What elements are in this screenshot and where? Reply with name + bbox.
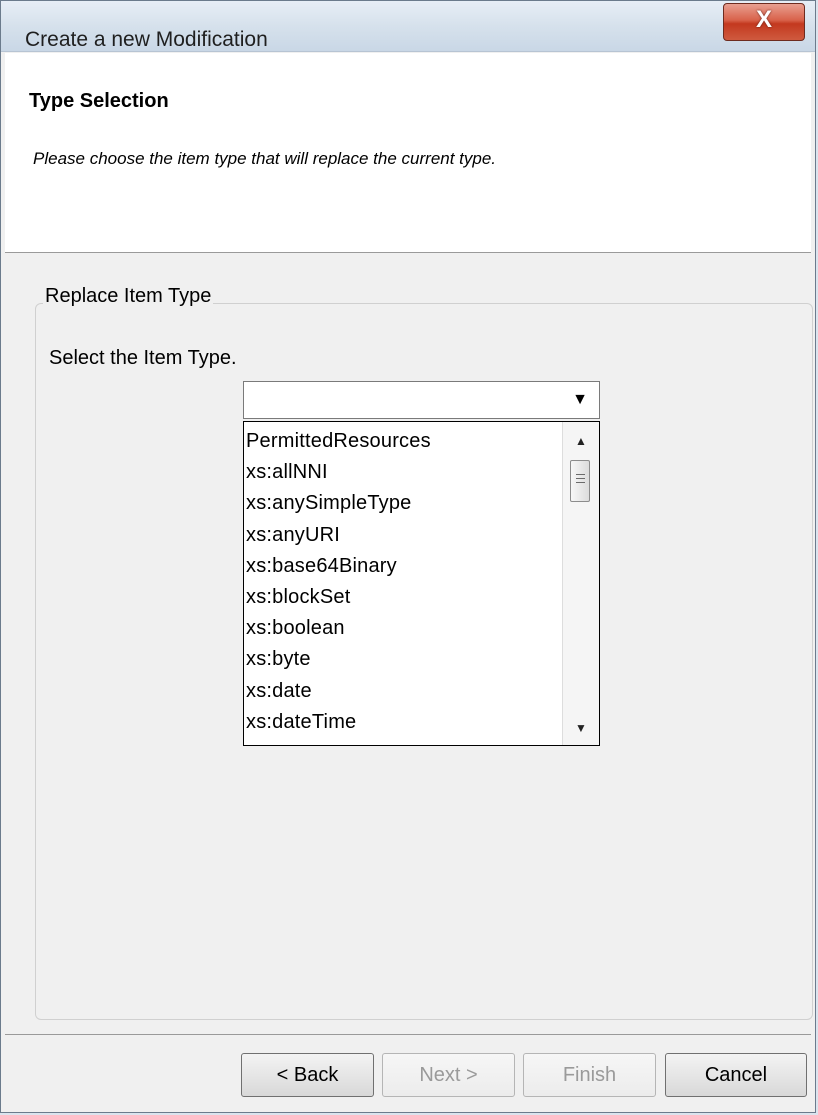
dialog-window: Create a new Modification X Type Selecti… — [0, 0, 816, 1113]
grip-icon — [576, 474, 585, 486]
page-title: Type Selection — [29, 90, 169, 112]
close-icon: X — [755, 6, 772, 33]
title-bar[interactable]: Create a new Modification X — [1, 1, 815, 52]
finish-button[interactable]: Finish — [523, 1053, 656, 1097]
list-item[interactable]: xs:base64Binary — [244, 551, 562, 582]
list-item[interactable]: xs:date — [244, 676, 562, 707]
next-button[interactable]: Next > — [382, 1053, 515, 1097]
list-item[interactable]: xs:boolean — [244, 613, 562, 644]
item-type-dropdown-list[interactable]: PermittedResources xs:allNNI xs:anySimpl… — [243, 421, 600, 746]
scroll-thumb[interactable] — [570, 460, 590, 502]
list-item[interactable]: xs:allNNI — [244, 457, 562, 488]
cancel-button[interactable]: Cancel — [665, 1053, 807, 1097]
wizard-header: Type Selection Please choose the item ty… — [5, 53, 811, 253]
dropdown-scrollbar[interactable]: ▲ ▼ — [562, 422, 599, 745]
page-description: Please choose the item type that will re… — [33, 149, 497, 168]
list-item[interactable]: PermittedResources — [244, 426, 562, 457]
back-button[interactable]: < Back — [241, 1053, 374, 1097]
list-item[interactable]: xs:anyURI — [244, 520, 562, 551]
item-type-combobox[interactable]: ▼ — [243, 381, 600, 419]
select-item-type-label: Select the Item Type. — [49, 347, 237, 369]
chevron-down-icon[interactable]: ▼ — [561, 382, 599, 418]
list-item[interactable]: xs:blockSet — [244, 582, 562, 613]
close-button[interactable]: X — [723, 3, 805, 41]
scroll-up-arrow-icon[interactable]: ▲ — [571, 430, 591, 452]
group-legend: Replace Item Type — [43, 284, 214, 308]
wizard-footer: < Back Next > Finish Cancel — [5, 1034, 811, 1111]
window-title: Create a new Modification — [25, 28, 268, 51]
list-item[interactable]: xs:byte — [244, 644, 562, 675]
scroll-down-arrow-icon[interactable]: ▼ — [571, 717, 591, 739]
list-item[interactable]: xs:anySimpleType — [244, 488, 562, 519]
list-item[interactable]: xs:dateTime — [244, 707, 562, 738]
